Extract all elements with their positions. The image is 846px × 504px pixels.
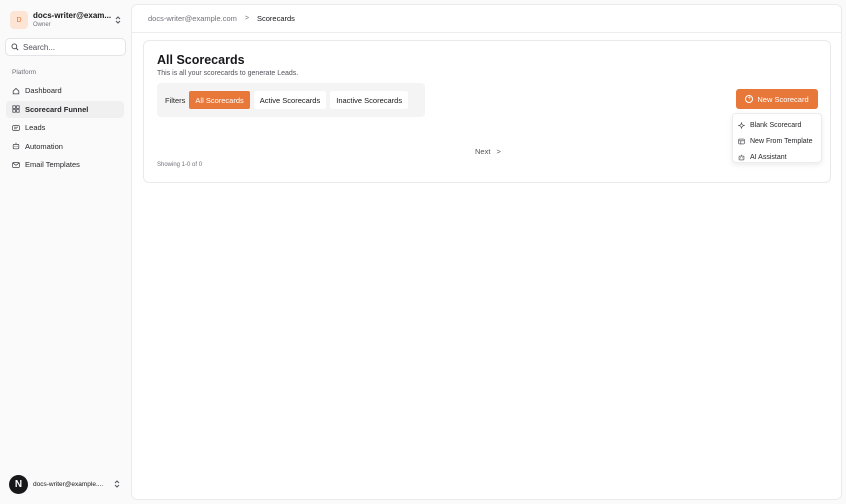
breadcrumb-parent[interactable]: docs-writer@example.com [148, 14, 237, 23]
sidebar-item-label: Leads [25, 123, 46, 132]
filter-all-scorecards[interactable]: All Scorecards [189, 91, 250, 109]
workspace-role: Owner [33, 22, 51, 28]
search-input[interactable] [23, 42, 123, 52]
bot-icon [12, 142, 20, 150]
sidebar-item-scorecard-funnel[interactable]: Scorecard Funnel [6, 100, 124, 118]
menu-item-label: AI Assistant [750, 153, 787, 161]
id-card-icon [12, 124, 20, 131]
workspace-name: docs-writer@exam... [33, 12, 112, 20]
avatar: N [9, 474, 28, 494]
sidebar: D docs-writer@exam... Owner Platform Das… [0, 0, 131, 504]
filter-bar: Filters All Scorecards Active Scorecards… [157, 83, 425, 117]
sidebar-item-label: Scorecard Funnel [25, 104, 89, 114]
chevron-right-icon: > [244, 15, 249, 22]
menu-item-ai-assistant[interactable]: AI Assistant [733, 149, 821, 165]
header-divider [132, 32, 841, 33]
sidebar-item-label: Email Templates [25, 160, 80, 169]
sparkle-icon [738, 121, 745, 129]
next-page-button[interactable]: Next > [475, 147, 501, 156]
template-icon [738, 138, 745, 144]
sidebar-item-automation[interactable]: Automation [6, 138, 124, 155]
filter-active-scorecards[interactable]: Active Scorecards [253, 91, 327, 109]
menu-item-new-from-template[interactable]: New From Template [733, 133, 821, 149]
grid-icon [12, 105, 20, 113]
mail-icon [12, 161, 20, 168]
plus-circle-icon: + [745, 95, 754, 103]
scorecards-card: All Scorecards This is all your scorecar… [143, 40, 831, 183]
filter-inactive-scorecards[interactable]: Inactive Scorecards [330, 91, 409, 109]
menu-item-blank-scorecard[interactable]: Blank Scorecard [733, 117, 821, 133]
page-subtitle: This is all your scorecards to generate … [157, 70, 299, 77]
sidebar-section-label: Platform [12, 69, 37, 76]
new-scorecard-label: New Scorecard [757, 94, 809, 104]
house-icon [12, 87, 20, 94]
chevron-right-icon: > [496, 147, 501, 156]
breadcrumb: docs-writer@example.com > Scorecards [148, 14, 295, 23]
page-title: All Scorecards [157, 53, 245, 67]
sidebar-item-dashboard[interactable]: Dashboard [6, 82, 124, 99]
pagination-status: Showing 1-0 of 0 [157, 162, 203, 168]
workspace-switcher[interactable]: D docs-writer@exam... Owner [10, 10, 122, 30]
sidebar-item-leads[interactable]: Leads [6, 119, 124, 136]
sidebar-item-label: Dashboard [25, 86, 62, 95]
bot-icon [738, 154, 745, 160]
search-box[interactable] [5, 38, 126, 56]
menu-item-label: Blank Scorecard [750, 121, 802, 129]
search-icon [11, 43, 19, 51]
next-label: Next [475, 147, 491, 156]
user-menu[interactable]: N docs-writer@example.... [9, 474, 121, 494]
new-scorecard-menu: Blank Scorecard New From Template AI Ass… [732, 113, 822, 163]
chevrons-up-down-icon [115, 16, 121, 24]
breadcrumb-current: Scorecards [256, 14, 295, 23]
sidebar-item-label: Automation [25, 141, 63, 151]
chevrons-up-down-icon [114, 480, 120, 488]
sidebar-item-email-templates[interactable]: Email Templates [6, 156, 124, 173]
main-panel: docs-writer@example.com > Scorecards All… [131, 4, 842, 500]
sidebar-nav: Dashboard Scorecard Funnel Leads Automat… [6, 82, 124, 175]
new-scorecard-button[interactable]: + New Scorecard [736, 89, 818, 109]
workspace-logo: D [10, 11, 28, 29]
menu-item-label: New From Template [750, 137, 813, 145]
filters-label: Filters [165, 95, 186, 105]
user-name: docs-writer@example.... [33, 480, 104, 488]
